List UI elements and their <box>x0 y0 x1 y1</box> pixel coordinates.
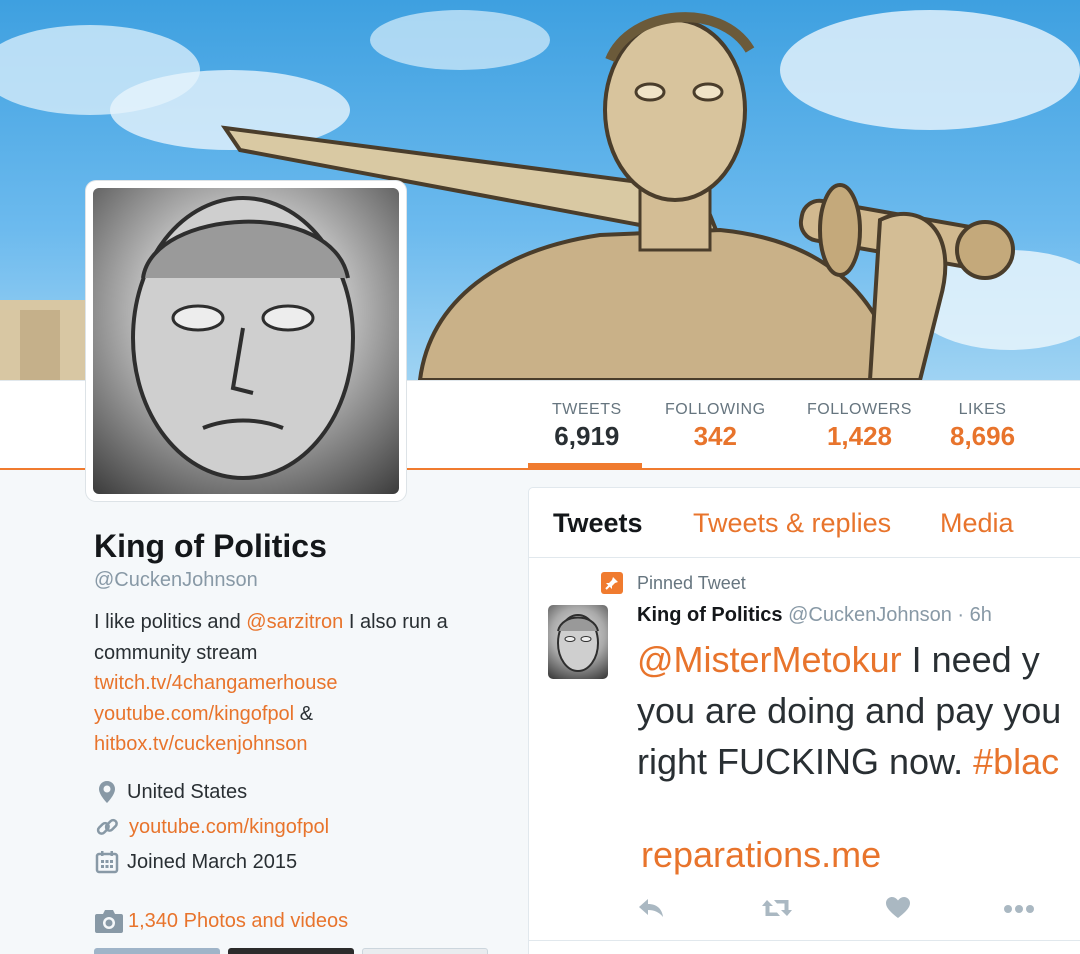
photo-thumbnails <box>94 948 488 954</box>
stat-tweets[interactable]: TWEETS 6,919 <box>552 401 622 452</box>
tweet-text: @MisterMetokur I need y you are doing an… <box>637 634 1080 787</box>
photo-thumbnail[interactable] <box>362 948 488 954</box>
website-link[interactable]: youtube.com/kingofpol <box>129 816 329 839</box>
profile-joined: Joined March 2015 <box>94 845 514 880</box>
stat-followers[interactable]: FOLLOWERS 1,428 <box>807 401 912 452</box>
photos-link[interactable]: 1,340 Photos and videos <box>128 910 348 933</box>
tweet-author-name[interactable]: King of Politics <box>637 604 783 626</box>
bio-link-twitch[interactable]: twitch.tv/4changamerhouse <box>94 672 337 694</box>
tweet-divider <box>529 940 1080 941</box>
photos-and-videos[interactable]: 1,340 Photos and videos <box>94 908 348 934</box>
tweet-timestamp[interactable]: · 6h <box>957 604 991 626</box>
stat-following[interactable]: FOLLOWING 342 <box>665 401 766 452</box>
profile-bio: I like politics and @sarzitron I also ru… <box>94 607 514 760</box>
stat-value: 1,428 <box>826 421 893 451</box>
joined-text: Joined March 2015 <box>127 850 298 873</box>
avatar-image <box>93 188 399 494</box>
tweet-avatar[interactable] <box>548 605 608 679</box>
stat-label: FOLLOWERS <box>807 401 912 418</box>
active-stat-indicator <box>528 463 642 470</box>
camera-icon <box>94 908 124 934</box>
retweet-icon[interactable] <box>761 896 793 925</box>
profile-avatar[interactable] <box>86 181 406 501</box>
tweet-url-link[interactable]: reparations.me <box>641 834 881 876</box>
profile-header-card: King of Politics @CuckenJohnson I like p… <box>94 528 514 880</box>
tweet-text-line: I need y <box>901 639 1040 680</box>
bio-link-hitbox[interactable]: hitbox.tv/cuckenjohnson <box>94 733 307 755</box>
stat-label: TWEETS <box>552 401 622 418</box>
tweet-text-line: you are doing and pay you <box>637 690 1062 731</box>
calendar-icon <box>94 849 120 875</box>
tab-tweets[interactable]: Tweets <box>553 508 643 539</box>
like-icon[interactable] <box>885 896 911 925</box>
profile-name: King of Politics <box>94 528 327 564</box>
timeline-tabs: Tweets Tweets & replies Media <box>529 488 1080 558</box>
location-icon <box>94 779 120 805</box>
link-icon <box>94 814 120 840</box>
bio-text: & <box>294 702 314 725</box>
tab-media[interactable]: Media <box>940 508 1014 539</box>
bio-text: I like politics and <box>94 611 247 633</box>
stat-value: 6,919 <box>554 421 620 451</box>
tweet-text-line: right FUCKING now. <box>637 741 974 782</box>
location-text: United States <box>127 780 248 803</box>
more-icon[interactable] <box>1003 902 1035 920</box>
bio-mention-link[interactable]: @sarzitron <box>246 611 343 633</box>
stat-label: LIKES <box>958 401 1007 418</box>
tweet-actions <box>637 896 1037 926</box>
tweet-author-handle[interactable]: @CuckenJohnson <box>788 604 952 626</box>
photo-thumbnail[interactable] <box>228 948 354 954</box>
stat-value: 8,696 <box>950 421 1016 451</box>
pinned-tweet-label: Pinned Tweet <box>601 572 746 594</box>
stat-value: 342 <box>693 421 737 451</box>
profile-location: United States <box>94 775 514 810</box>
stat-label: FOLLOWING <box>665 401 766 418</box>
tweet-header: King of Politics @CuckenJohnson · 6h <box>637 604 992 627</box>
timeline: Tweets Tweets & replies Media Pinned Twe… <box>528 487 1080 954</box>
profile-meta: United States youtube.com/kingofpol Join… <box>94 775 514 880</box>
profile-handle[interactable]: @CuckenJohnson <box>94 569 514 592</box>
tab-tweets-replies[interactable]: Tweets & replies <box>693 508 891 539</box>
tweet-mention-link[interactable]: @MisterMetokur <box>637 639 902 680</box>
profile-website: youtube.com/kingofpol <box>94 810 514 845</box>
pin-icon <box>601 572 623 594</box>
tweet-hashtag-link[interactable]: #blac <box>973 741 1059 782</box>
pinned-text: Pinned Tweet <box>637 572 746 593</box>
reply-icon[interactable] <box>637 896 665 925</box>
stat-likes[interactable]: LIKES 8,696 <box>950 401 1015 452</box>
bio-link-youtube[interactable]: youtube.com/kingofpol <box>94 703 294 725</box>
photo-thumbnail[interactable] <box>94 948 220 954</box>
